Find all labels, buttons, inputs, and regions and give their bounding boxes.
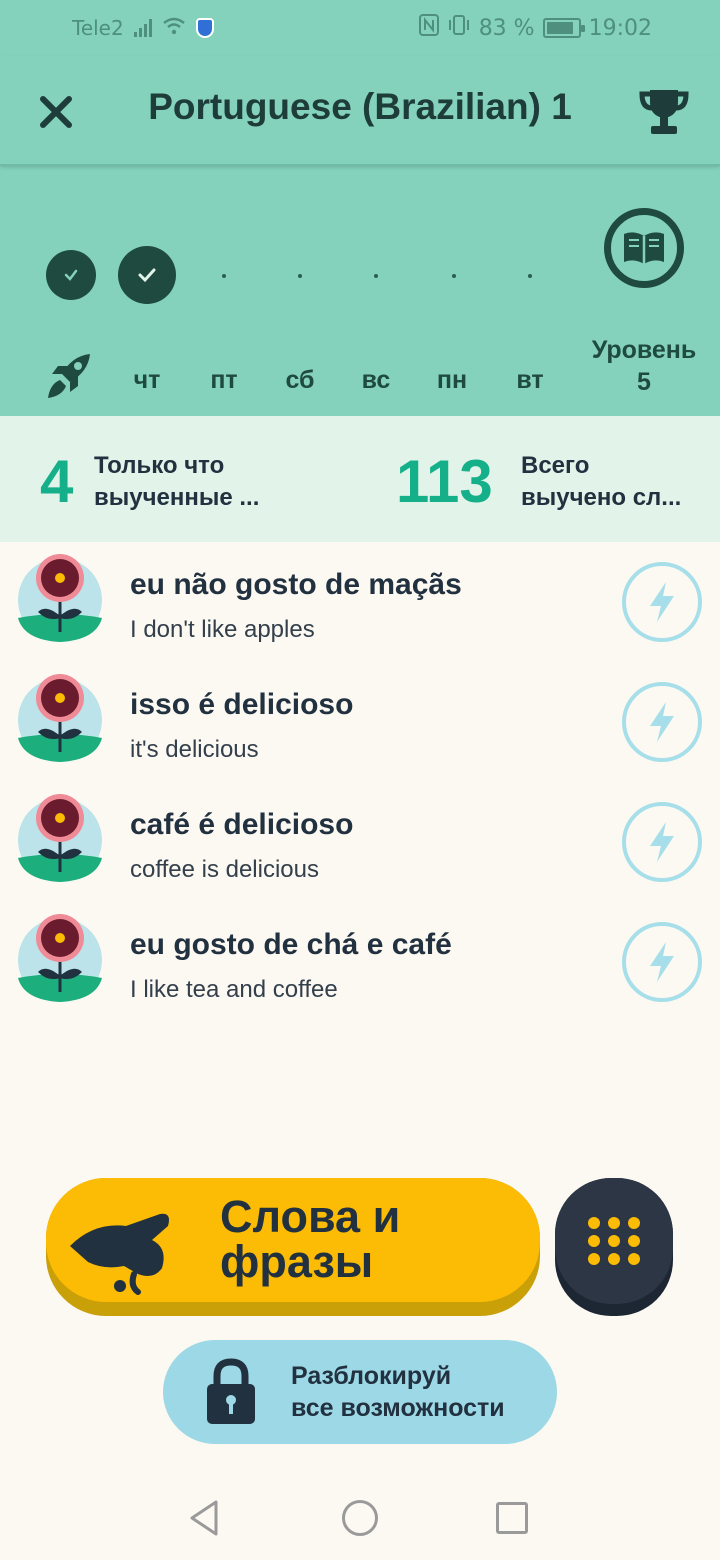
phrase: eu não gosto de maçãs <box>130 568 462 601</box>
streak-dot <box>222 274 226 278</box>
flower-avatar-icon <box>18 554 102 642</box>
unlock-label-line1: Разблокируй <box>291 1362 452 1390</box>
day-label: чт <box>133 366 161 394</box>
list-item[interactable]: café é delicioso coffee is delicious <box>0 786 720 906</box>
recent-label[interactable]: Только что выученные ... <box>94 450 290 514</box>
list-item[interactable]: isso é delicioso it's delicious <box>0 666 720 786</box>
mode-menu-button[interactable] <box>555 1178 673 1316</box>
learn-words-label-line2: фразы <box>220 1236 374 1287</box>
level-indicator: Уровень 5 <box>570 334 718 398</box>
review-button[interactable] <box>622 562 702 642</box>
recent-label-line2: выученные ... <box>94 484 260 511</box>
day-label: пт <box>210 366 238 394</box>
list-item[interactable]: eu gosto de chá e café I like tea and co… <box>0 906 720 1026</box>
stats-panel: 4 Только что выученные ... 113 Всего выу… <box>0 416 720 542</box>
home-icon[interactable] <box>342 1500 378 1536</box>
streak-dot <box>374 274 378 278</box>
course-title: Portuguese (Brazilian) 1 <box>148 86 572 127</box>
rocket-icon <box>42 348 98 404</box>
back-icon[interactable] <box>186 1498 226 1538</box>
nfc-icon <box>418 14 439 42</box>
streak-dot-today <box>118 246 176 304</box>
level-value: 5 <box>637 368 651 396</box>
day-label: сб <box>285 366 315 394</box>
dictionary-button[interactable] <box>604 208 684 288</box>
total-label-line2: выучено сл... <box>521 484 682 511</box>
check-icon <box>64 269 78 281</box>
battery-icon <box>542 18 585 38</box>
book-icon <box>624 232 664 264</box>
flower-avatar-icon <box>18 674 102 762</box>
app-bar: Portuguese (Brazilian) 1 <box>0 56 720 166</box>
status-bar: Tele2 83 % 19:02 <box>0 0 720 56</box>
lightning-icon <box>650 702 674 742</box>
streak-dot <box>528 274 532 278</box>
day-label: пн <box>436 366 468 394</box>
unlock-button[interactable]: Разблокируй все возможности <box>163 1340 557 1444</box>
total-count: 113 <box>396 448 493 515</box>
streak-dot <box>298 274 302 278</box>
review-button[interactable] <box>622 922 702 1002</box>
lightning-icon <box>650 822 674 862</box>
vibrate-icon <box>447 14 471 42</box>
review-button[interactable] <box>622 682 702 762</box>
unlock-label: Разблокируй все возможности <box>291 1360 505 1424</box>
trophy-button[interactable] <box>636 84 692 140</box>
translation: I like tea and coffee <box>130 976 338 1003</box>
learn-words-button[interactable]: Слова и фразы <box>46 1178 540 1316</box>
clock: 19:02 <box>588 15 652 41</box>
learn-words-label-line1: Слова и <box>220 1191 401 1242</box>
system-navigation-bar <box>0 1476 720 1560</box>
streak-panel: чт пт сб вс пн вт Уровень 5 <box>0 168 720 416</box>
grid-dots-icon <box>588 1217 640 1265</box>
hand-icon <box>70 1213 169 1295</box>
day-label: вт <box>516 366 544 394</box>
battery-percent: 83 % <box>478 15 535 41</box>
learn-words-label: Слова и фразы <box>220 1194 400 1284</box>
signal-icon <box>133 19 152 37</box>
wifi-icon <box>162 16 186 40</box>
translation: it's delicious <box>130 736 259 763</box>
day-label: вс <box>361 366 391 394</box>
level-label: Уровень <box>591 336 697 364</box>
flower-avatar-icon <box>18 914 102 1002</box>
carrier-label: Tele2 <box>72 16 124 40</box>
mode-menu-button-face <box>555 1178 673 1304</box>
shield-icon <box>195 18 214 38</box>
recent-label-line1: Только что <box>94 452 225 479</box>
phrase: isso é delicioso <box>130 688 354 721</box>
lightning-icon <box>650 942 674 982</box>
check-icon <box>138 268 156 283</box>
translation: I don't like apples <box>130 616 315 643</box>
streak-dot-previous <box>46 250 96 300</box>
unlock-label-line2: все возможности <box>291 1394 505 1422</box>
translation: coffee is delicious <box>130 856 319 883</box>
lightning-icon <box>650 582 674 622</box>
flower-avatar-icon <box>18 794 102 882</box>
review-button[interactable] <box>622 802 702 882</box>
phrase: eu gosto de chá e café <box>130 928 452 961</box>
total-label[interactable]: Всего выучено сл... <box>521 450 717 514</box>
lock-icon <box>207 1358 255 1424</box>
list-item[interactable]: eu não gosto de maçãs I don't like apple… <box>0 546 720 666</box>
streak-dot <box>452 274 456 278</box>
trophy-icon <box>639 90 689 134</box>
total-label-line1: Всего <box>521 452 590 479</box>
phrase: café é delicioso <box>130 808 354 841</box>
recent-apps-icon[interactable] <box>496 1502 528 1534</box>
learn-words-button-face: Слова и фразы <box>46 1178 540 1302</box>
recent-count: 4 <box>40 448 74 515</box>
